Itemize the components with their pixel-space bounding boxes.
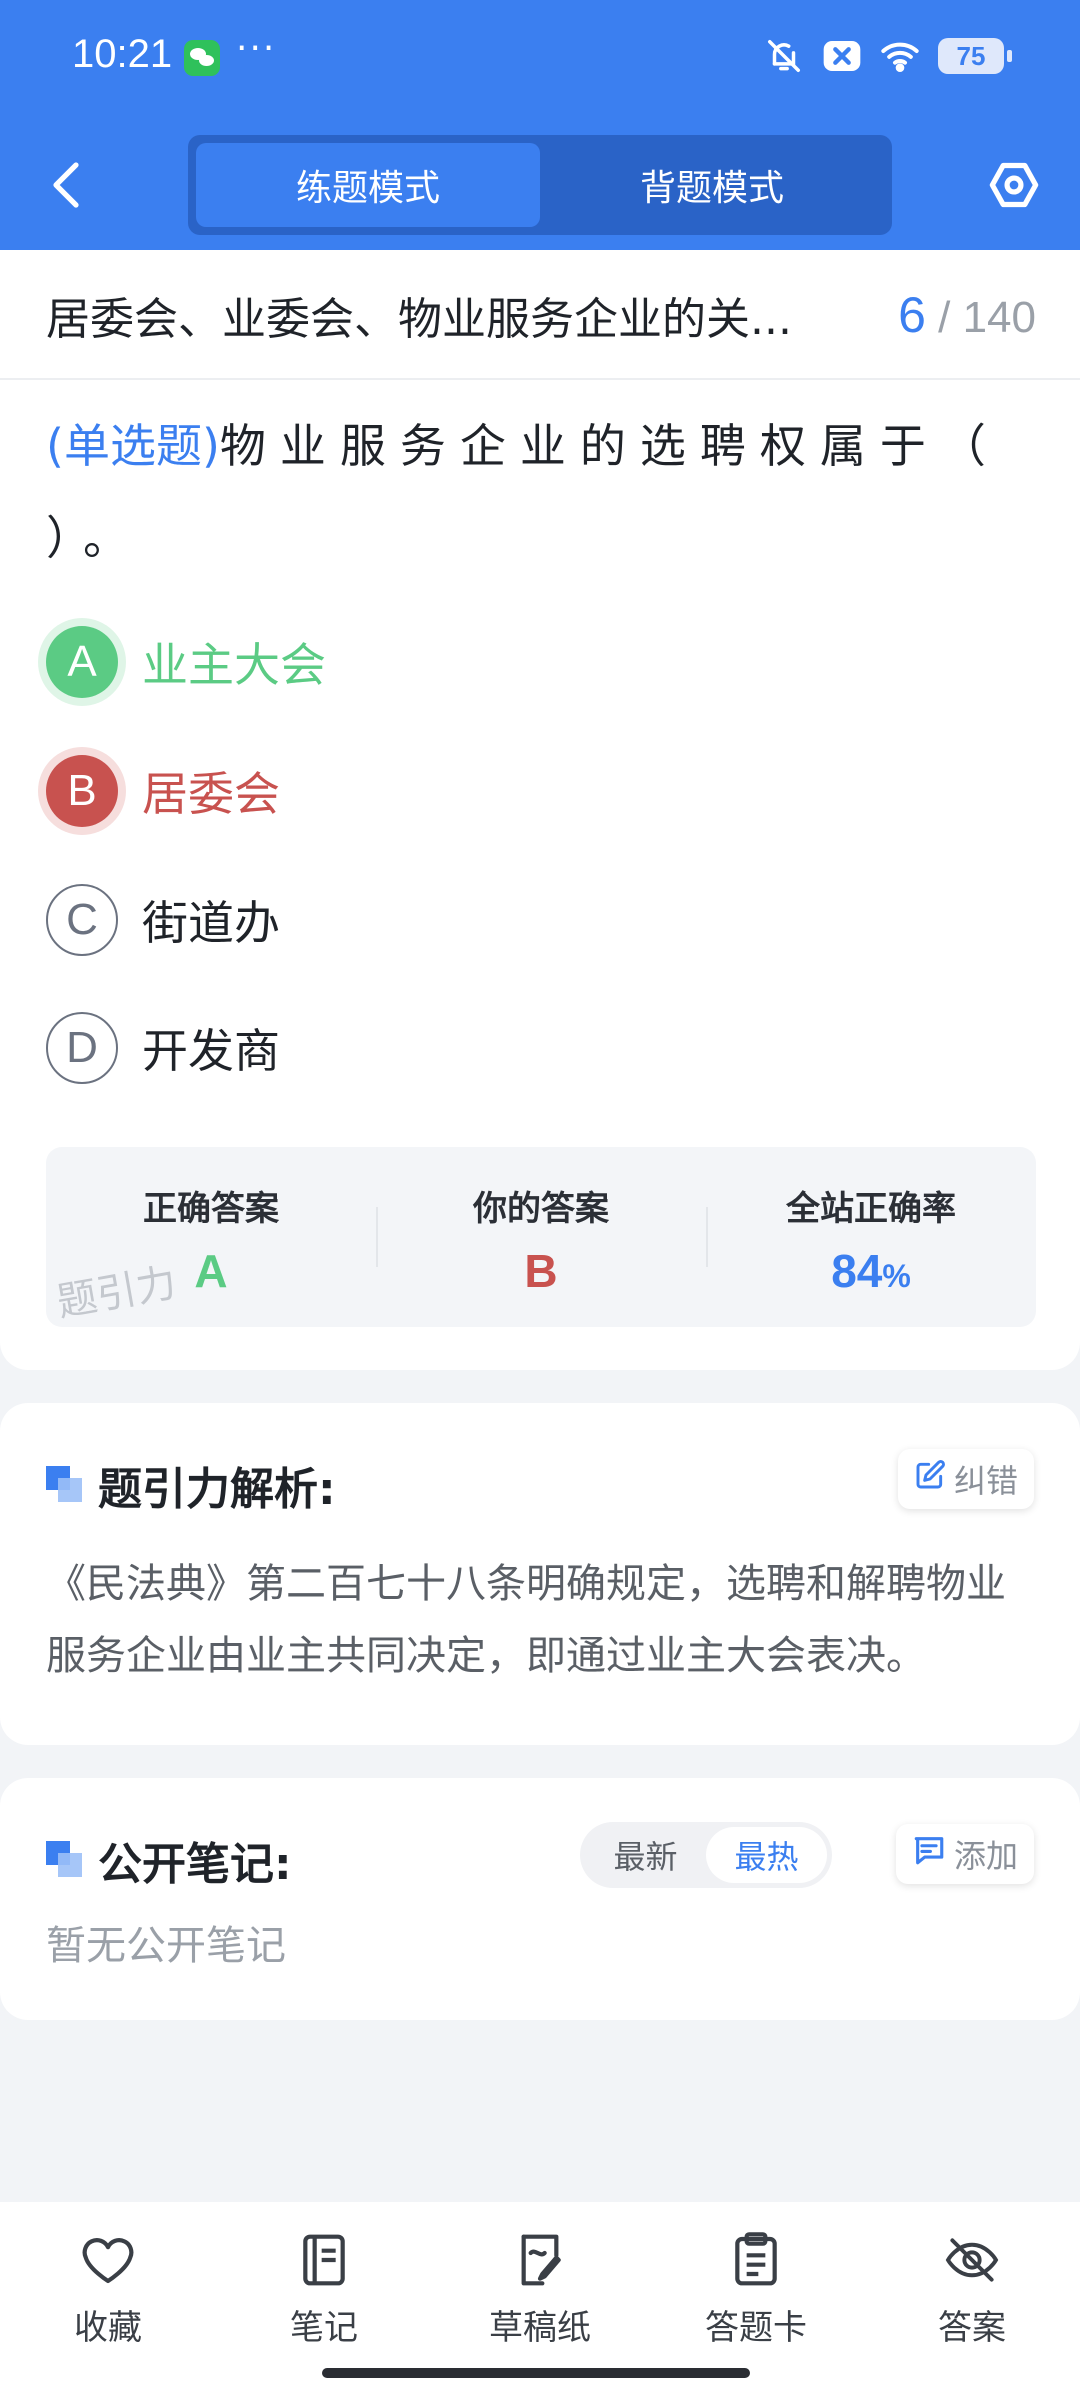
- analysis-header: 题引力解析:: [46, 1453, 336, 1517]
- favorite-button[interactable]: 收藏: [0, 2202, 216, 2400]
- notes-header: 公开笔记:: [46, 1828, 292, 1892]
- option-label: 街道办: [142, 896, 280, 950]
- accuracy-label: 全站正确率: [786, 1189, 956, 1229]
- notes-title: 公开笔记:: [98, 1839, 292, 1890]
- option-label: 业主大会: [142, 638, 326, 692]
- progress-current: 6: [898, 287, 926, 343]
- option-letter: C: [46, 884, 118, 956]
- question-text-block: (单选题)物业服务企业的选聘权属于（ ）。: [46, 400, 1036, 584]
- edit-icon: [914, 1459, 946, 1499]
- notebook-icon: [294, 2230, 354, 2290]
- status-time: 10:21: [72, 32, 173, 76]
- your-answer-column: 你的答案 B: [376, 1147, 706, 1327]
- show-answer-label: 答案: [938, 2308, 1006, 2348]
- question-title: 居委会、业委会、物业服务企业的关...: [46, 294, 792, 345]
- wechat-notification-icon: [184, 40, 220, 76]
- notes-card: 公开笔记: 最新 最热 添加 暂无公开笔记: [0, 1778, 1080, 2020]
- comment-icon: [912, 1834, 946, 1874]
- wifi-icon: [880, 36, 920, 76]
- accuracy-column: 全站正确率 84%: [706, 1147, 1036, 1327]
- back-button[interactable]: [40, 155, 90, 215]
- add-note-label: 添加: [953, 1837, 1018, 1875]
- report-error-label: 纠错: [953, 1462, 1018, 1500]
- analysis-title: 题引力解析:: [98, 1464, 336, 1515]
- battery-indicator: 75: [938, 38, 1012, 74]
- your-answer-label: 你的答案: [473, 1189, 609, 1229]
- option-letter: D: [46, 1012, 118, 1084]
- settings-button[interactable]: [984, 155, 1044, 215]
- option-label: 开发商: [142, 1024, 280, 1078]
- accuracy-value: 84%: [831, 1244, 911, 1298]
- header: 10:21 ··· 75 练题模式 背题模式: [0, 0, 1080, 250]
- option-letter: B: [46, 755, 118, 827]
- progress-total: 140: [962, 293, 1036, 342]
- correct-answer-value: A: [194, 1245, 228, 1297]
- question-progress: 6 / 140: [898, 286, 1036, 344]
- option-c[interactable]: C 街道办: [46, 880, 946, 960]
- answer-sheet-label: 答题卡: [705, 2308, 807, 2348]
- mode-switch: 练题模式 背题模式: [188, 135, 892, 235]
- divider: [0, 378, 1080, 380]
- sim-disabled-icon: [822, 36, 862, 76]
- analysis-text: 《民法典》第二百七十八条明确规定，选聘和解聘物业服务企业由业主共同决定，即通过业…: [46, 1561, 1006, 1679]
- empty-notes-text: 暂无公开笔记: [46, 1923, 286, 1969]
- sort-newest[interactable]: 最新: [585, 1827, 706, 1883]
- favorite-label: 收藏: [74, 2308, 142, 2348]
- option-d[interactable]: D 开发商: [46, 1008, 946, 1088]
- heart-icon: [78, 2230, 138, 2290]
- home-indicator[interactable]: [322, 2368, 750, 2378]
- notes-sort-toggle: 最新 最热: [580, 1822, 832, 1888]
- status-icons: 75: [764, 36, 1012, 76]
- section-squares-icon: [46, 1841, 84, 1879]
- correct-answer-label: 正确答案: [143, 1189, 279, 1229]
- progress-separator: /: [938, 293, 951, 342]
- your-answer-value: B: [524, 1245, 558, 1297]
- section-squares-icon: [46, 1466, 84, 1504]
- option-label: 居委会: [142, 767, 280, 821]
- answer-sheet-icon: [726, 2230, 786, 2290]
- analysis-card: 题引力解析: 纠错 《民法典》第二百七十八条明确规定，选聘和解聘物业服务企业由业…: [0, 1403, 1080, 1745]
- bell-off-icon: [764, 36, 804, 76]
- draft-paper-icon: [510, 2230, 570, 2290]
- tab-practice-mode[interactable]: 练题模式: [196, 143, 540, 227]
- answer-summary: 正确答案 A 你的答案 B 全站正确率 84%: [46, 1147, 1036, 1327]
- option-b[interactable]: B 居委会: [46, 751, 946, 831]
- add-note-button[interactable]: 添加: [895, 1824, 1034, 1884]
- sort-hottest[interactable]: 最热: [706, 1827, 827, 1883]
- accuracy-unit: %: [882, 1258, 911, 1294]
- draft-paper-label: 草稿纸: [489, 2308, 591, 2348]
- notes-label: 笔记: [290, 2308, 358, 2348]
- option-letter: A: [46, 626, 118, 698]
- accuracy-number: 84: [831, 1245, 883, 1297]
- option-a[interactable]: A 业主大会: [46, 622, 946, 702]
- question-card: 居委会、业委会、物业服务企业的关... 6 / 140 (单选题)物业服务企业的…: [0, 250, 1080, 1370]
- eye-off-icon: [942, 2230, 1002, 2290]
- show-answer-button[interactable]: 答案: [864, 2202, 1080, 2400]
- more-notifications-icon: ···: [236, 28, 277, 69]
- question-type: (单选题): [46, 419, 220, 473]
- report-error-button[interactable]: 纠错: [897, 1449, 1034, 1509]
- question-title-row: 居委会、业委会、物业服务企业的关... 6 / 140: [46, 280, 1036, 350]
- tab-memorize-mode[interactable]: 背题模式: [540, 143, 884, 227]
